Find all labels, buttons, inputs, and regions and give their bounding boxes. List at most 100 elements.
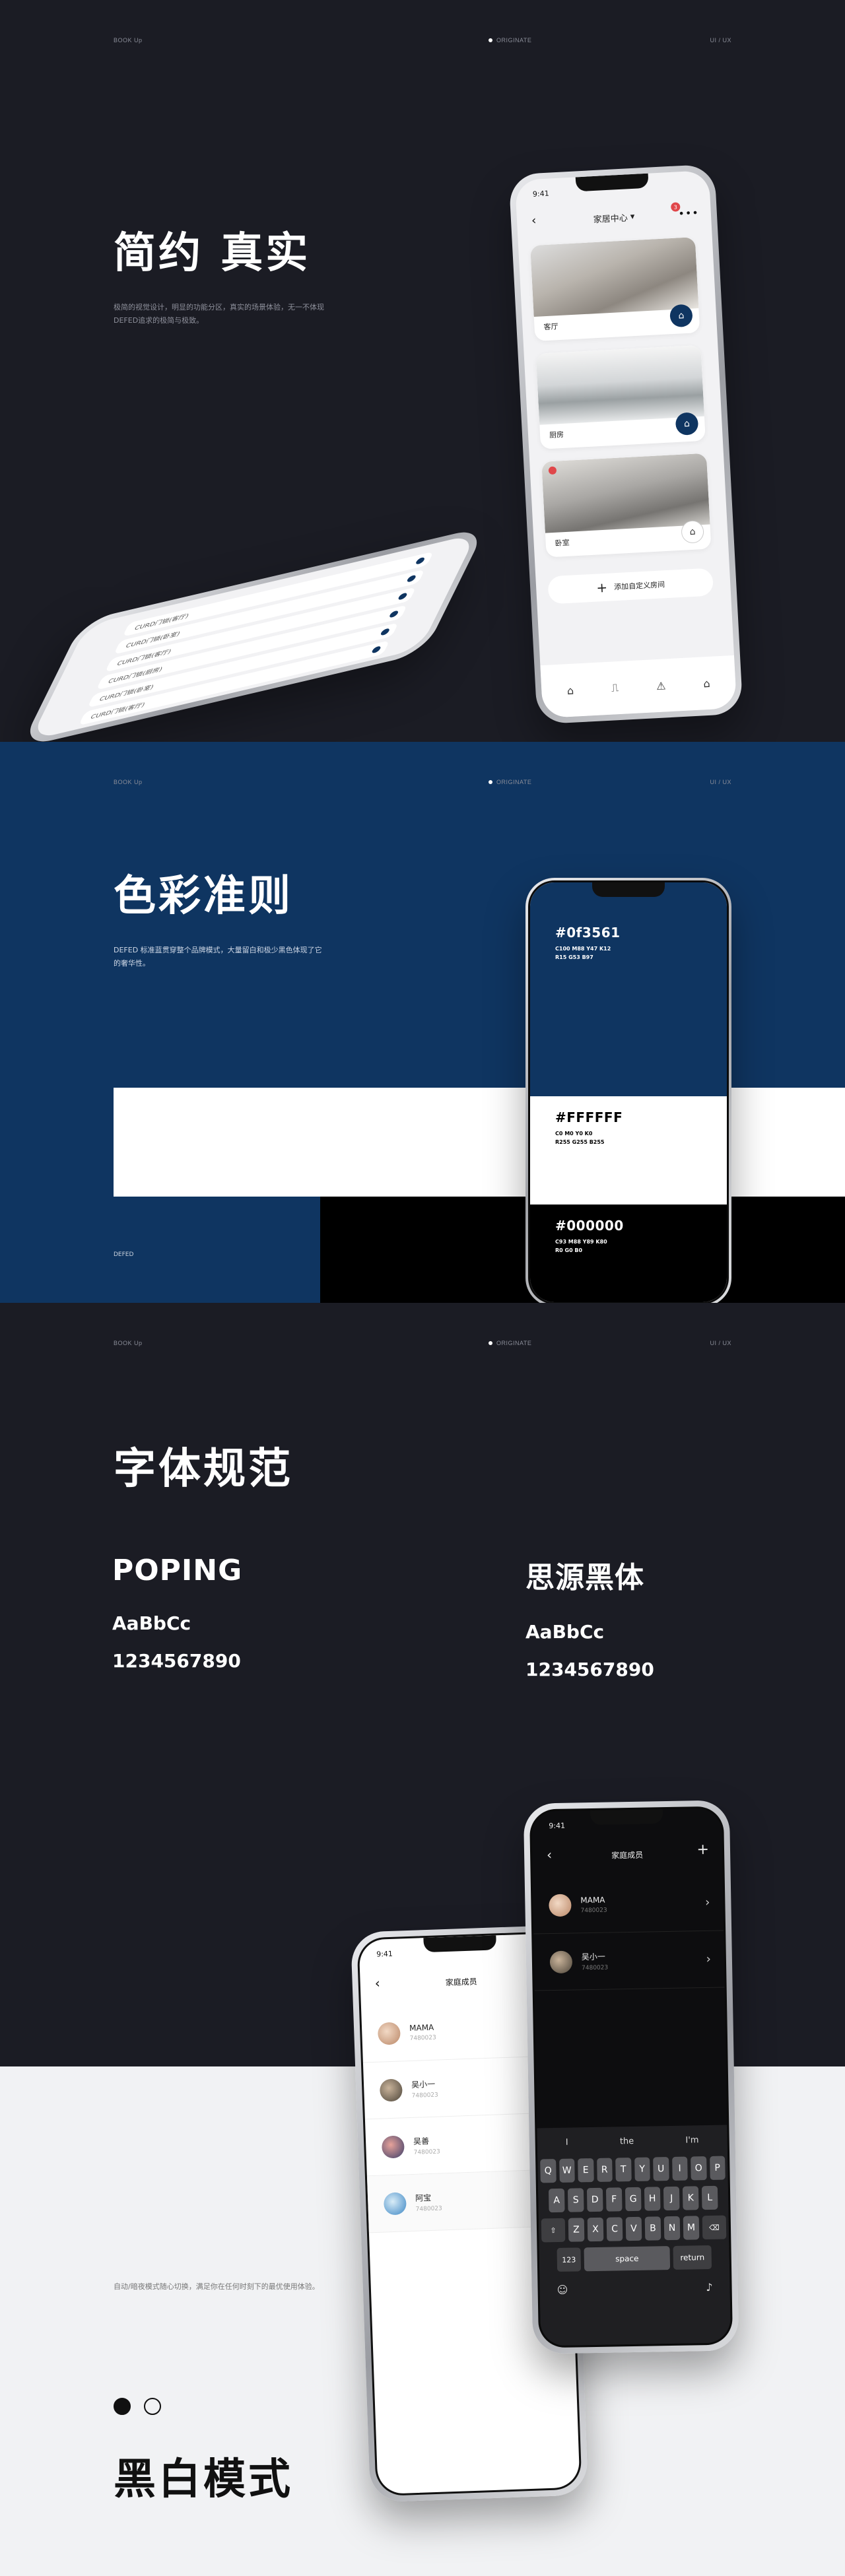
- delete-key[interactable]: ⌫: [702, 2215, 727, 2240]
- room-photo: [530, 237, 699, 317]
- color-swatch-blue: #0f3561 C100 M88 Y47 K12 R15 G53 B97: [530, 882, 727, 1096]
- dot-icon: [489, 780, 492, 784]
- member-phone: 7480023: [582, 1964, 609, 1972]
- room-card-bedroom[interactable]: 卧室 ⌂: [541, 453, 712, 558]
- color-swatch-black: #000000 C93 M88 Y89 K80 R0 G0 B0: [530, 1205, 727, 1302]
- phone-notch: [592, 882, 665, 897]
- keyboard-key[interactable]: C: [606, 2217, 623, 2241]
- keyboard-key[interactable]: S: [567, 2188, 584, 2212]
- space-key[interactable]: space: [584, 2246, 671, 2272]
- keyboard-key[interactable]: R: [596, 2158, 613, 2182]
- meta-right: UI / UX: [710, 1340, 731, 1346]
- keyboard-key[interactable]: I: [671, 2156, 688, 2181]
- keyboard-key[interactable]: N: [663, 2216, 681, 2241]
- keyboard-key[interactable]: F: [605, 2187, 623, 2212]
- dark-mode-dot[interactable]: [114, 2398, 131, 2415]
- tab-bar: ⌂ ⎍ ⚠ ⌂: [540, 655, 737, 719]
- room-card-living[interactable]: 客厅 ⌂: [530, 237, 700, 341]
- home-icon[interactable]: ⌂: [703, 677, 710, 690]
- keyboard: I the I'm QWERTYUIOP ASDFGHJKL ⇧ ZXCVBNM…: [537, 2125, 731, 2346]
- emoji-icon[interactable]: ☺: [557, 2284, 568, 2296]
- avatar: [549, 1950, 573, 1973]
- light-mode-dot[interactable]: [144, 2398, 161, 2415]
- font-name: 思源黑体: [525, 1561, 644, 1595]
- keyboard-key[interactable]: L: [701, 2185, 718, 2210]
- color-hex: #0f3561: [555, 925, 621, 941]
- keyboard-row-1: QWERTYUIOP: [540, 2156, 726, 2183]
- phone-notch: [423, 1935, 497, 1953]
- keyboard-key[interactable]: B: [644, 2216, 661, 2241]
- keyboard-key[interactable]: Z: [568, 2218, 585, 2242]
- keyboard-key[interactable]: Y: [634, 2157, 650, 2181]
- keyboard-key[interactable]: T: [615, 2158, 632, 2182]
- room-label: 卧室: [555, 538, 570, 548]
- dot-icon: [489, 38, 492, 42]
- page-title: 简约 真实: [114, 229, 311, 278]
- page-title: 黑白模式: [114, 2455, 293, 2504]
- keyboard-key[interactable]: O: [691, 2156, 707, 2181]
- add-room-button[interactable]: + 添加自定义房间: [547, 568, 714, 605]
- suggestion[interactable]: the: [620, 2136, 634, 2146]
- meta-center-label: ORIGINATE: [496, 1340, 532, 1346]
- font-column-latin: POPING AaBbCc 1234567890: [112, 1554, 242, 1672]
- suggestion[interactable]: I'm: [685, 2135, 698, 2145]
- keyboard-key[interactable]: U: [653, 2157, 669, 2181]
- numbers-key[interactable]: 123: [557, 2247, 582, 2272]
- keyboard-key[interactable]: M: [683, 2216, 700, 2240]
- white-swatch-band: [114, 1088, 845, 1197]
- phone-notch: [575, 173, 649, 192]
- font-sample: AaBbCc: [112, 1612, 191, 1634]
- lock-icon[interactable]: ⌂: [675, 412, 699, 436]
- meta-center: ORIGINATE: [489, 779, 531, 785]
- list-item[interactable]: MAMA 7480023 ›: [532, 1874, 724, 1934]
- keyboard-key[interactable]: P: [709, 2156, 726, 2180]
- return-key[interactable]: return: [673, 2245, 712, 2270]
- meta-left: BOOK Up: [114, 37, 143, 44]
- room-card-kitchen[interactable]: 厨房 ⌂: [535, 345, 706, 449]
- mode-toggle[interactable]: [114, 2398, 161, 2415]
- keyboard-key[interactable]: X: [587, 2217, 604, 2242]
- phone-notch: [590, 1809, 663, 1826]
- keyboard-key[interactable]: W: [558, 2158, 575, 2183]
- font-digits: 1234567890: [112, 1650, 241, 1672]
- color-rgb: R0 G0 B0: [555, 1247, 583, 1253]
- shift-key[interactable]: ⇧: [541, 2218, 566, 2243]
- keyboard-key[interactable]: E: [578, 2158, 594, 2183]
- lock-icon[interactable]: ⌂: [681, 520, 704, 544]
- avatar: [379, 2078, 403, 2102]
- chevron-right-icon: ›: [706, 1952, 712, 1966]
- screen-title: 家庭成员: [611, 1850, 644, 1861]
- keyboard-key[interactable]: H: [644, 2187, 661, 2211]
- keyboard-key[interactable]: K: [682, 2186, 699, 2210]
- keyboard-key[interactable]: A: [548, 2188, 565, 2213]
- status-time: 9:41: [376, 1949, 393, 1959]
- section-simple-real: BOOK Up ORIGINATE UI / UX 简约 真实 极简的视觉设计，…: [0, 0, 845, 742]
- lock-icon[interactable]: ⌂: [669, 304, 693, 328]
- keyboard-key[interactable]: J: [663, 2186, 680, 2211]
- keyboard-key[interactable]: G: [625, 2187, 642, 2212]
- keyboard-key[interactable]: Q: [540, 2159, 557, 2183]
- color-phone-screen: #0f3561 C100 M88 Y47 K12 R15 G53 B97 #FFF…: [528, 880, 729, 1303]
- member-phone: 7480023: [580, 1907, 607, 1914]
- color-hex: #FFFFFF: [555, 1109, 623, 1125]
- keyboard-key[interactable]: V: [625, 2216, 642, 2241]
- microphone-icon[interactable]: ♪: [706, 2281, 713, 2294]
- suggestion[interactable]: I: [566, 2137, 568, 2147]
- plus-icon: +: [595, 579, 608, 596]
- door-icon[interactable]: ⎍: [611, 681, 619, 695]
- add-icon[interactable]: +: [696, 1841, 709, 1858]
- member-name: 吴小一: [411, 2079, 436, 2090]
- font-name: POPING: [112, 1554, 243, 1587]
- avatar: [377, 2021, 401, 2045]
- lock-icon[interactable]: ⌂: [566, 684, 574, 697]
- more-icon[interactable]: •••: [678, 207, 699, 220]
- page-desc: 自动/暗夜模式随心切换，满足你在任何时刻下的最优使用体验。: [114, 2282, 320, 2291]
- page-title: 字体规范: [114, 1445, 293, 1494]
- list-item[interactable]: 吴小一 7480023 ›: [533, 1931, 725, 1991]
- avatar: [381, 2134, 405, 2159]
- keyboard-key[interactable]: D: [586, 2187, 603, 2212]
- warning-icon[interactable]: ⚠: [656, 679, 666, 692]
- font-sample: AaBbCc: [525, 1621, 605, 1643]
- home-center-phone: 9:41 ‹ 家居中心 ▾ 3 ••• 客厅 ⌂ 厨房 ⌂ 卧室 ⌂ + 添加自…: [508, 164, 743, 725]
- add-room-label: 添加自定义房间: [613, 580, 665, 592]
